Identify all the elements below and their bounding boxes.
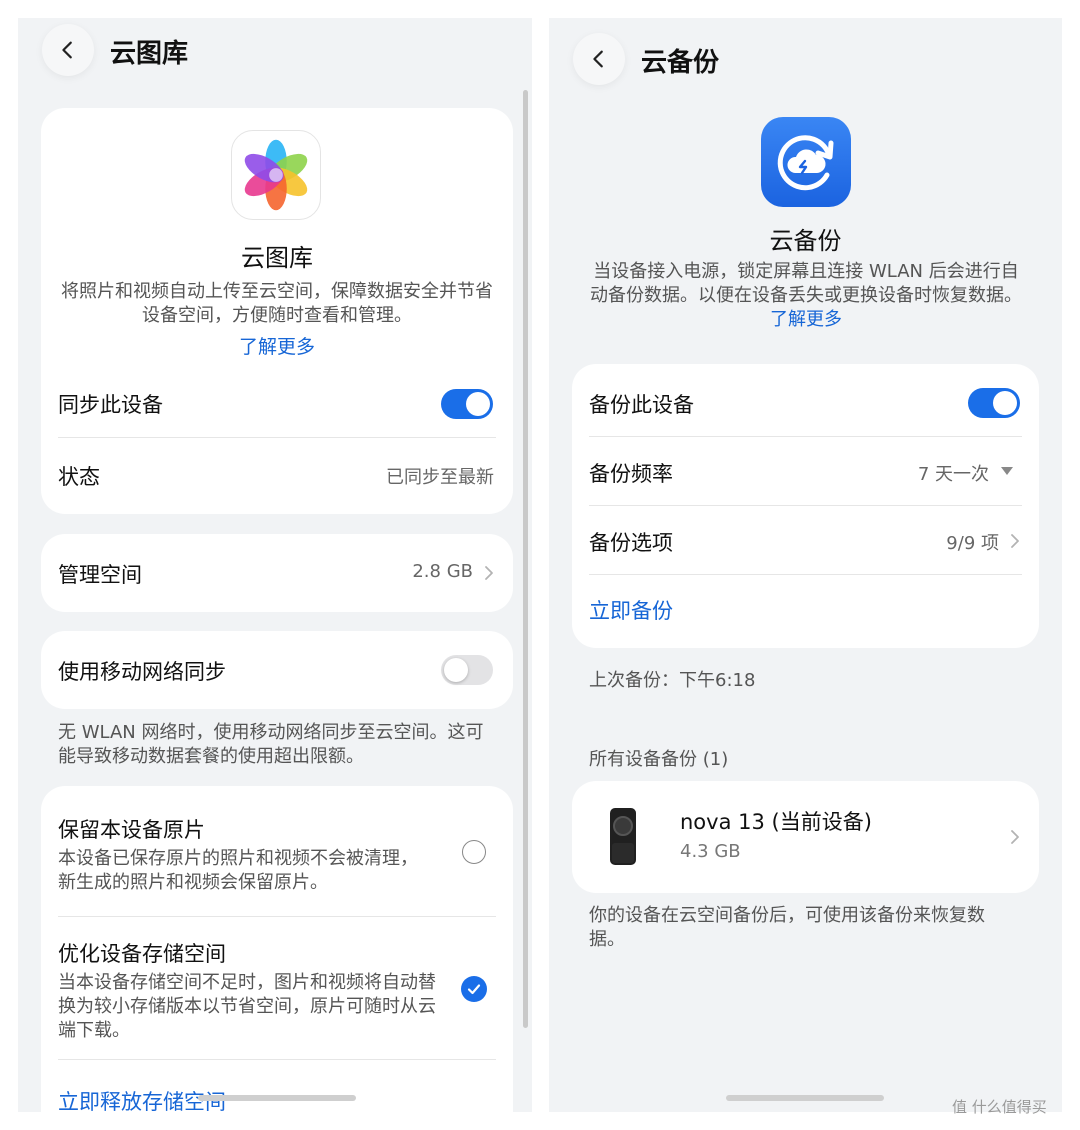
mobile-sync-card: 使用移动网络同步	[41, 631, 513, 709]
app-description: 将照片和视频自动上传至云空间，保障数据安全并节省设备空间，方便随时查看和管理。	[61, 281, 493, 326]
app-name: 云图库	[241, 244, 313, 272]
app-description: 当设备接入电源，锁定屏幕且连接 WLAN 后会进行自动备份数据。以便在设备丢失或…	[590, 261, 1022, 330]
backup-options-row[interactable]: 备份选项 9/9 项	[572, 506, 1039, 574]
optimize-storage-option[interactable]: 优化设备存储空间 当本设备存储空间不足时，图片和视频将自动替换为较小存储版本以节…	[41, 917, 513, 1059]
sync-device-label: 同步此设备	[58, 393, 163, 417]
chevron-right-icon	[485, 566, 493, 580]
backup-frequency-value: 7 天一次	[917, 464, 989, 485]
backup-settings-card: 备份此设备 备份频率 7 天一次 备份选项 9/9 项 立即备份	[572, 364, 1039, 648]
watermark: 值 什么值得买	[952, 1098, 1047, 1116]
backup-frequency-row[interactable]: 备份频率 7 天一次	[572, 437, 1039, 505]
backup-options-value: 9/9 项	[946, 533, 999, 554]
phone-icon	[610, 808, 636, 865]
mobile-sync-note: 无 WLAN 网络时，使用移动网络同步至云空间。这可能导致移动数据套餐的使用超出…	[58, 722, 484, 767]
restore-note: 你的设备在云空间备份后，可使用该备份来恢复数据。	[589, 905, 985, 950]
backup-options-label: 备份选项	[589, 531, 673, 555]
divider	[58, 437, 496, 438]
manage-space-row[interactable]: 管理空间 2.8 GB	[41, 534, 513, 612]
device-name: nova 13 (当前设备)	[680, 810, 872, 834]
optimize-storage-desc: 当本设备存储空间不足时，图片和视频将自动替换为较小存储版本以节省空间，原片可随时…	[58, 972, 436, 1041]
mobile-sync-toggle[interactable]	[441, 655, 493, 685]
mobile-sync-label: 使用移动网络同步	[58, 660, 226, 684]
backup-device-label: 备份此设备	[589, 393, 694, 417]
page-title: 云图库	[110, 39, 189, 69]
optimize-storage-title: 优化设备存储空间	[58, 942, 226, 966]
gallery-info-card: 云图库 将照片和视频自动上传至云空间，保障数据安全并节省设备空间，方便随时查看和…	[41, 108, 513, 514]
manage-space-label: 管理空间	[58, 563, 142, 587]
optimize-storage-radio[interactable]	[461, 976, 487, 1002]
gallery-settings-screen: 云图库 云图库 将照片和视频自动上传至云空间，保障数据安全并节省设备空间，方便随…	[18, 18, 532, 1112]
last-backup-time: 上次备份：下午6:18	[589, 670, 756, 691]
chevron-right-icon	[1011, 830, 1019, 844]
keep-original-title: 保留本设备原片	[58, 818, 205, 842]
status-value: 已同步至最新	[386, 467, 494, 488]
checkmark-icon	[467, 984, 481, 995]
device-backup-size: 4.3 GB	[680, 841, 741, 862]
keep-original-radio[interactable]	[462, 840, 486, 864]
status-label: 状态	[58, 465, 100, 489]
device-backup-item[interactable]: nova 13 (当前设备) 4.3 GB	[572, 781, 1039, 893]
keep-original-option[interactable]: 保留本设备原片 本设备已保存原片的照片和视频不会被清理，新生成的照片和视频会保留…	[41, 786, 513, 916]
back-button[interactable]	[42, 24, 94, 76]
backup-device-toggle[interactable]	[968, 388, 1020, 418]
learn-more-link[interactable]: 了解更多	[770, 309, 842, 330]
back-button[interactable]	[573, 33, 625, 85]
sync-device-toggle[interactable]	[441, 389, 493, 419]
cloud-backup-icon	[761, 117, 851, 207]
cloud-backup-screen: 云备份 云备份 当设备接入电源，锁定屏幕且连接 WLAN 后会进行自动备份数据。…	[549, 18, 1062, 1112]
page-title: 云备份	[641, 48, 720, 78]
scrollbar[interactable]	[523, 90, 528, 1028]
keep-original-desc: 本设备已保存原片的照片和视频不会被清理，新生成的照片和视频会保留原片。	[58, 848, 418, 893]
divider	[589, 574, 1022, 575]
home-indicator[interactable]	[726, 1095, 884, 1101]
divider	[58, 1059, 496, 1060]
backup-frequency-label: 备份频率	[589, 462, 673, 486]
backup-now-button[interactable]: 立即备份	[589, 595, 673, 625]
storage-options-card: 保留本设备原片 本设备已保存原片的照片和视频不会被清理，新生成的照片和视频会保留…	[41, 786, 513, 1112]
chevron-left-icon	[593, 50, 603, 68]
dropdown-triangle-icon	[1001, 467, 1013, 475]
gallery-flower-icon	[231, 130, 321, 220]
learn-more-link[interactable]: 了解更多	[41, 332, 513, 359]
chevron-left-icon	[62, 41, 72, 59]
chevron-right-icon	[1011, 534, 1019, 548]
home-indicator[interactable]	[198, 1095, 356, 1101]
manage-space-value: 2.8 GB	[412, 561, 473, 582]
all-devices-header: 所有设备备份 (1)	[589, 749, 729, 770]
app-name: 云备份	[769, 227, 842, 255]
